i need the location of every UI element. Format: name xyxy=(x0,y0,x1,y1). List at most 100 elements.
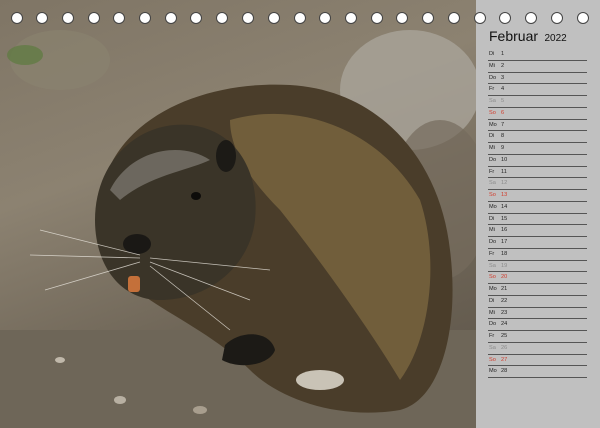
weekday-label: So xyxy=(489,109,496,116)
nutria-photo xyxy=(0,0,476,428)
weekday-label: Do xyxy=(489,321,497,328)
day-row: Do 3 xyxy=(488,73,587,85)
calendar-page: Februar 2022 Di 1 Mi 2 Do 3 Fr 4 Sa 5 So 6 Mo 7 Di 8 Mi 9… xyxy=(0,0,600,428)
day-number: 20 xyxy=(501,274,508,281)
weekday-label: So xyxy=(489,356,496,363)
weekday-label: Mo xyxy=(489,203,497,210)
day-row: Di 22 xyxy=(488,296,587,308)
weekday-label: Di xyxy=(489,133,495,140)
day-row: Fr 4 xyxy=(488,84,587,96)
binding-hole-icon xyxy=(294,12,306,24)
day-number: 9 xyxy=(501,145,505,151)
day-number: 27 xyxy=(501,356,508,363)
day-number: 15 xyxy=(501,215,508,222)
day-row: So 20 xyxy=(488,272,587,284)
day-number: 6 xyxy=(501,109,505,116)
day-number: 5 xyxy=(501,98,505,104)
month-header: Februar 2022 xyxy=(489,28,567,46)
weekday-label: Mo xyxy=(489,368,497,375)
day-row: Di 8 xyxy=(488,131,587,143)
weekday-label: Di xyxy=(489,297,495,304)
day-row: So 13 xyxy=(488,190,587,202)
binding-hole-icon xyxy=(396,12,408,24)
weekday-label: Fr xyxy=(489,250,495,257)
binding-hole-icon xyxy=(36,12,48,24)
day-number: 26 xyxy=(501,344,508,351)
day-row: So 27 xyxy=(488,355,587,367)
day-number: 28 xyxy=(501,368,508,375)
binding-hole-icon xyxy=(525,12,537,24)
day-row: Do 10 xyxy=(488,155,587,167)
month-name: Februar xyxy=(489,28,539,44)
binding-hole-icon xyxy=(242,12,254,24)
weekday-label: Mi xyxy=(489,309,495,316)
binding-hole-icon xyxy=(577,12,589,24)
day-row: Sa 12 xyxy=(488,178,587,190)
binding-hole-icon xyxy=(319,12,331,24)
day-row: Mi 16 xyxy=(488,225,587,237)
day-number: 17 xyxy=(501,239,508,245)
weekday-label: Sa xyxy=(489,262,496,269)
weekday-label: Mi xyxy=(489,227,495,234)
weekday-label: Di xyxy=(489,215,495,222)
day-number: 22 xyxy=(501,297,508,304)
day-number: 16 xyxy=(501,227,508,234)
year: 2022 xyxy=(544,33,567,44)
weekday-label: Mo xyxy=(489,286,497,292)
day-row: Mi 9 xyxy=(488,143,587,155)
weekday-label: Fr xyxy=(489,333,495,339)
day-row: Mo 28 xyxy=(488,366,587,378)
day-row: Di 15 xyxy=(488,214,587,226)
day-row: Do 24 xyxy=(488,319,587,331)
weekday-label: Fr xyxy=(489,86,495,93)
day-number: 7 xyxy=(501,121,505,128)
nutria-illustration xyxy=(0,30,476,428)
weekday-label: So xyxy=(489,274,496,281)
day-number: 4 xyxy=(501,86,505,93)
day-number: 8 xyxy=(501,133,505,140)
day-number: 12 xyxy=(501,180,508,187)
weekday-label: Do xyxy=(489,156,497,163)
weekday-label: Do xyxy=(489,239,497,245)
binding-hole-icon xyxy=(165,12,177,24)
day-row: Fr 11 xyxy=(488,167,587,179)
day-number: 3 xyxy=(501,74,505,81)
weekday-label: Mi xyxy=(489,145,495,151)
day-row: Do 17 xyxy=(488,237,587,249)
day-number: 24 xyxy=(501,321,508,328)
binding-hole-icon xyxy=(88,12,100,24)
weekday-label: Di xyxy=(489,51,495,57)
day-number: 19 xyxy=(501,262,508,269)
day-row: So 6 xyxy=(488,108,587,120)
weekday-label: Sa xyxy=(489,98,496,104)
day-row: Mo 21 xyxy=(488,284,587,296)
day-number: 2 xyxy=(501,62,505,69)
binding-hole-icon xyxy=(113,12,125,24)
day-row: Sa 19 xyxy=(488,261,587,273)
binding-hole-icon xyxy=(190,12,202,24)
day-number: 10 xyxy=(501,156,508,163)
weekday-label: Mi xyxy=(489,62,495,69)
day-row: Fr 18 xyxy=(488,249,587,261)
day-number: 13 xyxy=(501,192,508,198)
day-row: Sa 5 xyxy=(488,96,587,108)
day-number: 21 xyxy=(501,286,508,292)
day-row: Sa 26 xyxy=(488,343,587,355)
binding-hole-icon xyxy=(216,12,228,24)
day-list: Di 1 Mi 2 Do 3 Fr 4 Sa 5 So 6 Mo 7 Di 8 Mi 9 Do 10 Fr 11 Sa 12 S… xyxy=(488,49,587,378)
day-row: Mo 14 xyxy=(488,202,587,214)
binding-hole-icon xyxy=(551,12,563,24)
weekday-label: Do xyxy=(489,74,497,81)
weekday-label: Sa xyxy=(489,344,496,351)
binding-hole-icon xyxy=(371,12,383,24)
weekday-label: So xyxy=(489,192,496,198)
day-number: 14 xyxy=(501,203,508,210)
binding-hole-icon xyxy=(11,12,23,24)
binding-hole-icon xyxy=(474,12,486,24)
binding-hole-icon xyxy=(268,12,280,24)
day-number: 18 xyxy=(501,250,508,257)
day-number: 23 xyxy=(501,309,508,316)
day-number: 25 xyxy=(501,333,508,339)
binding-hole-icon xyxy=(448,12,460,24)
binding-hole-icon xyxy=(422,12,434,24)
